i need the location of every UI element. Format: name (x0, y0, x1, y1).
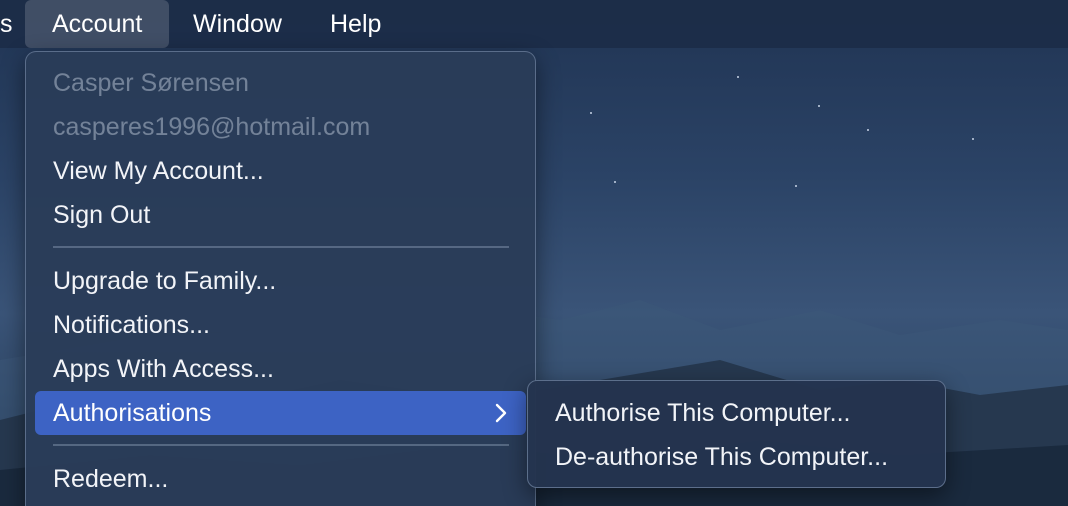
account-menu: Casper Sørensen casperes1996@hotmail.com… (25, 51, 536, 506)
chevron-right-icon (494, 391, 508, 435)
sign-out-item[interactable]: Sign Out (35, 193, 526, 237)
menubar-item-account[interactable]: Account (25, 0, 170, 48)
upgrade-to-family-item[interactable]: Upgrade to Family... (35, 259, 526, 303)
authorise-computer-item[interactable]: Authorise This Computer... (537, 391, 936, 435)
star (972, 138, 974, 140)
star (614, 181, 616, 183)
notifications-item[interactable]: Notifications... (35, 303, 526, 347)
menubar-item-help[interactable]: Help (303, 0, 408, 48)
star (737, 76, 739, 78)
star (818, 105, 820, 107)
authorisations-submenu: Authorise This Computer... De-authorise … (527, 380, 946, 488)
menu-separator (53, 444, 509, 446)
star (795, 185, 797, 187)
apps-with-access-item[interactable]: Apps With Access... (35, 347, 526, 391)
account-user-name: Casper Sørensen (53, 69, 249, 97)
authorisations-label: Authorisations (53, 399, 212, 427)
view-my-account-item[interactable]: View My Account... (35, 149, 526, 193)
menu-bar: s Account Window Help (0, 0, 1068, 48)
authorisations-item[interactable]: Authorisations (35, 391, 526, 435)
account-user-email: casperes1996@hotmail.com (53, 113, 371, 141)
star (867, 129, 869, 131)
redeem-item[interactable]: Redeem... (35, 457, 526, 501)
deauthorise-computer-item[interactable]: De-authorise This Computer... (537, 435, 936, 479)
menu-separator (53, 246, 509, 248)
menubar-item-window[interactable]: Window (166, 0, 309, 48)
star (590, 112, 592, 114)
